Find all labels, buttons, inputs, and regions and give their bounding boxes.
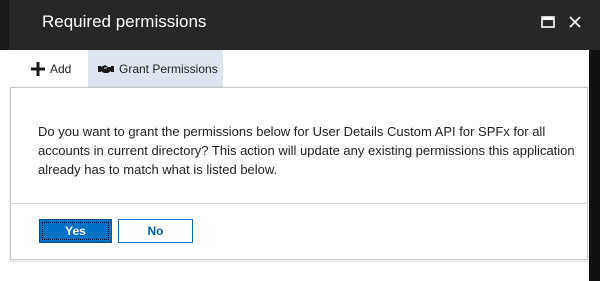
command-toolbar: Add Grant Permissions [9, 50, 589, 87]
blade-title: Required permissions [42, 12, 207, 31]
bottom-rule [10, 261, 588, 262]
grant-permissions-label: Grant Permissions [119, 61, 218, 76]
blade-title-bar: Required permissions [9, 0, 600, 50]
plus-icon [31, 61, 45, 76]
close-icon [569, 16, 581, 28]
grant-permissions-button[interactable]: Grant Permissions [88, 50, 223, 87]
add-button[interactable]: Add [31, 50, 71, 87]
dialog-divider [11, 203, 587, 204]
confirmation-message: Do you want to grant the permissions bel… [38, 124, 575, 177]
handshake-icon [98, 64, 114, 74]
maximize-icon [541, 16, 555, 28]
grant-confirmation-dialog: Do you want to grant the permissions bel… [10, 87, 588, 260]
add-label: Add [50, 61, 72, 76]
no-button[interactable]: No [118, 219, 193, 243]
left-edge-strip [0, 0, 9, 50]
yes-button[interactable]: Yes [39, 219, 112, 243]
close-button[interactable] [564, 12, 586, 32]
maximize-button[interactable] [537, 12, 559, 32]
required-permissions-blade: Required permissions Add Grant Permissio… [0, 0, 600, 281]
